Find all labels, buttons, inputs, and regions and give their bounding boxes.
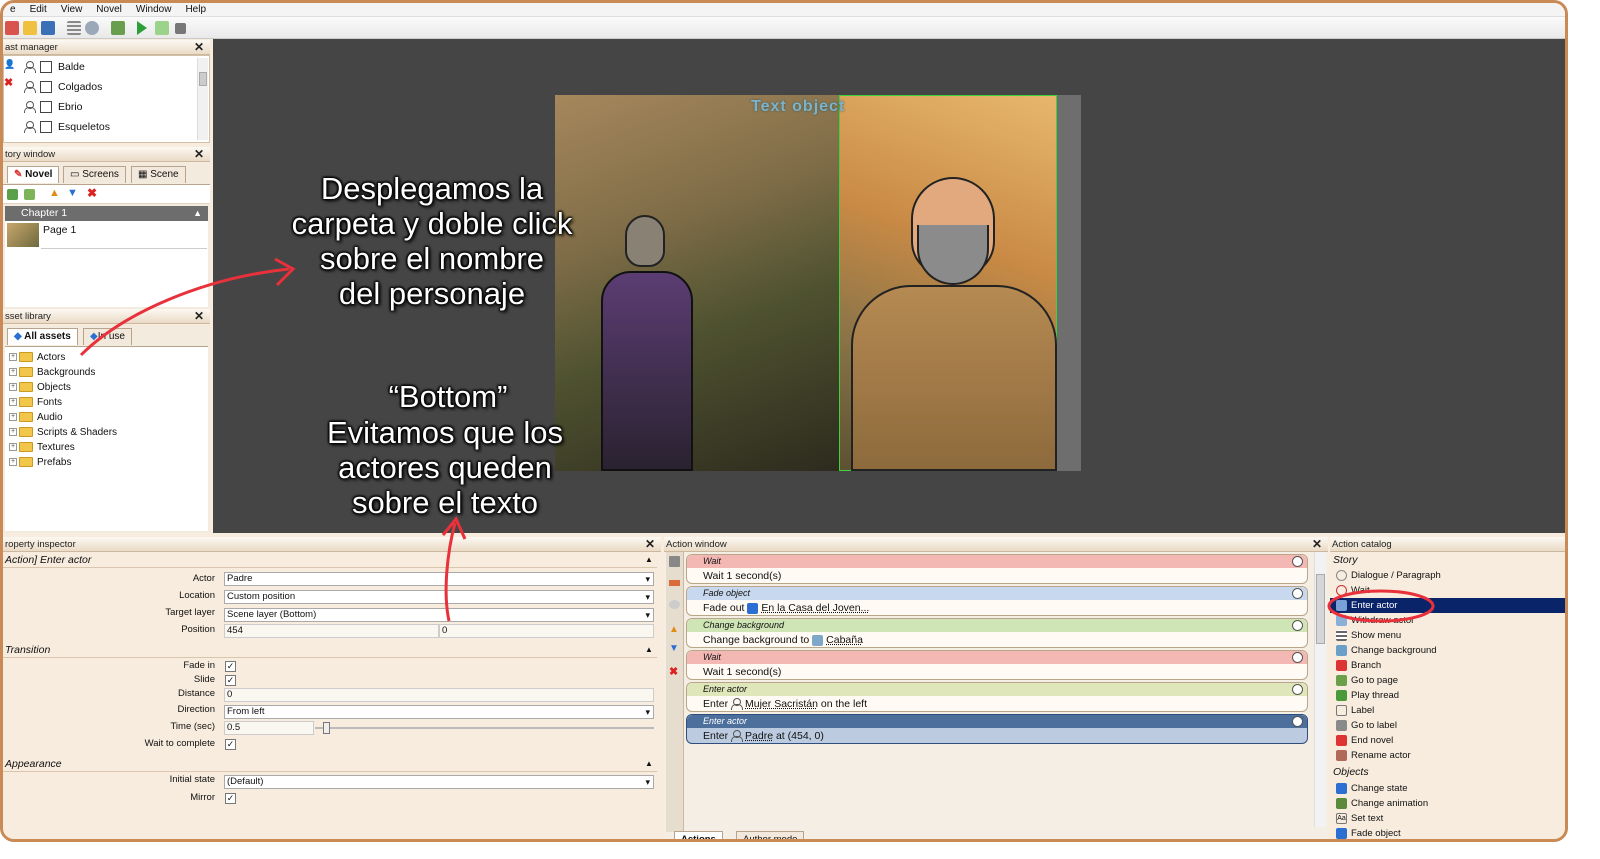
arrow-to-target-layer bbox=[444, 522, 457, 622]
arrow-to-actors bbox=[79, 267, 290, 357]
highlight-enter-actor-circle bbox=[1327, 589, 1435, 623]
app-frame: e Edit View Novel Window Help ast manager ✕ 👤 … bbox=[0, 0, 1568, 842]
annotation-arrows bbox=[79, 257, 1435, 623]
arrowhead-top bbox=[274, 257, 296, 287]
